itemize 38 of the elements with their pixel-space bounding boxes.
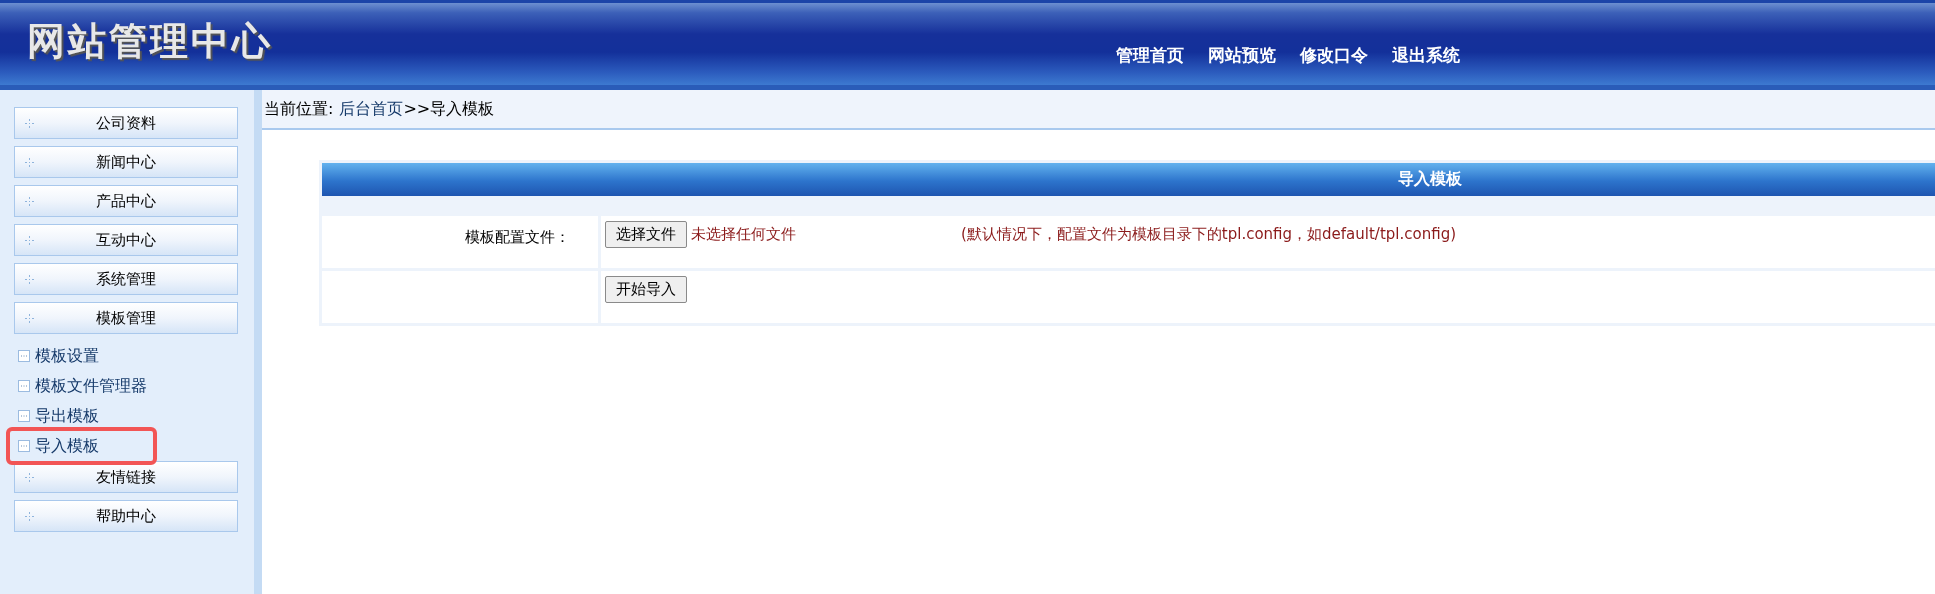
menu-group-button[interactable]: 公司资料 <box>14 107 238 139</box>
choose-file-button[interactable]: 选择文件 <box>605 221 687 248</box>
nav-link[interactable]: 修改口令 <box>1300 44 1368 67</box>
submenu-link[interactable]: 导出模板 <box>16 401 105 431</box>
cross-icon <box>25 313 34 323</box>
field-label: 模板配置文件： <box>465 228 570 246</box>
cross-icon <box>25 274 34 284</box>
cross-icon <box>25 118 34 128</box>
dots-box-icon <box>18 380 30 392</box>
submenu-link[interactable]: 模板设置 <box>16 341 105 371</box>
nav-link[interactable]: 管理首页 <box>1116 44 1184 67</box>
nav-link[interactable]: 退出系统 <box>1392 44 1460 67</box>
start-import-button[interactable]: 开始导入 <box>605 276 687 303</box>
panel-title-bar: 导入模板 <box>322 163 1935 196</box>
menu-group-button[interactable]: 友情链接 <box>14 461 238 493</box>
cross-icon <box>25 157 34 167</box>
location-label: 当前位置: <box>264 98 334 120</box>
file-status-text: 未选择任何文件 <box>691 225 796 243</box>
submenu-link[interactable]: 模板文件管理器 <box>16 371 153 401</box>
hint-text: (默认情况下，配置文件为模板目录下的tpl.config，如default/tpl.config) <box>961 225 1456 243</box>
dots-box-icon <box>18 440 30 452</box>
nav-link[interactable]: 网站预览 <box>1208 44 1276 67</box>
breadcrumb-current: >>导入模板 <box>403 98 495 120</box>
dots-box-icon <box>18 410 30 422</box>
menu-group-button[interactable]: 产品中心 <box>14 185 238 217</box>
cross-icon <box>25 511 34 521</box>
breadcrumb-link[interactable]: 后台首页 <box>339 98 404 120</box>
cross-icon <box>25 472 34 482</box>
cross-icon <box>25 235 34 245</box>
menu-group-button[interactable]: 新闻中心 <box>14 146 238 178</box>
menu-group-button[interactable]: 互动中心 <box>14 224 238 256</box>
dots-box-icon <box>18 350 30 362</box>
menu-group-button[interactable]: 系统管理 <box>14 263 238 295</box>
submenu-link[interactable]: 导入模板 <box>10 431 153 461</box>
site-logo-title: 网站管理中心 <box>27 18 273 65</box>
cross-icon <box>25 196 34 206</box>
menu-group-button[interactable]: 帮助中心 <box>14 500 238 532</box>
menu-group-button[interactable]: 模板管理 <box>14 302 238 334</box>
